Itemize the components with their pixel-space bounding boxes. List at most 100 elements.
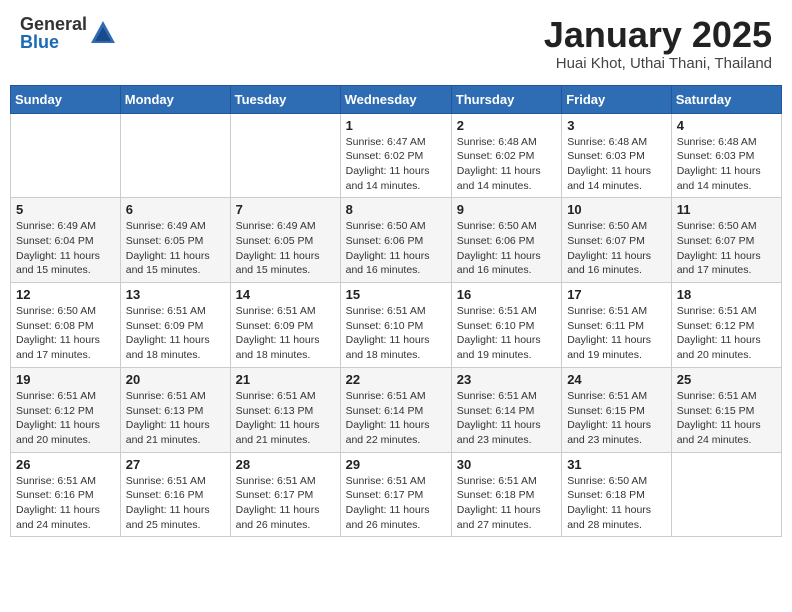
day-info: Sunrise: 6:49 AM Sunset: 6:04 PM Dayligh…: [16, 219, 115, 278]
calendar-cell: [11, 113, 121, 198]
day-number: 20: [126, 372, 225, 387]
calendar-cell: 12 Sunrise: 6:50 AM Sunset: 6:08 PM Dayli…: [11, 283, 121, 368]
weekday-header-monday: Monday: [120, 85, 230, 113]
day-info: Sunrise: 6:47 AM Sunset: 6:02 PM Dayligh…: [346, 135, 446, 194]
calendar-cell: 10 Sunrise: 6:50 AM Sunset: 6:07 PM Dayli…: [562, 198, 672, 283]
calendar-cell: 2 Sunrise: 6:48 AM Sunset: 6:02 PM Daylig…: [451, 113, 561, 198]
location-subtitle: Huai Khot, Uthai Thani, Thailand: [544, 55, 772, 72]
calendar-cell: 4Sunrise: 6:48 AM Sunset: 6:03 PM Daylig…: [671, 113, 781, 198]
day-number: 23: [457, 372, 556, 387]
calendar-cell: 27 Sunrise: 6:51 AM Sunset: 6:16 PM Dayli…: [120, 452, 230, 537]
day-info: Sunrise: 6:49 AM Sunset: 6:05 PM Dayligh…: [236, 219, 335, 278]
logo-blue: Blue: [20, 33, 87, 51]
day-info: Sunrise: 6:50 AM Sunset: 6:06 PM Dayligh…: [346, 219, 446, 278]
day-number: 2: [457, 118, 556, 133]
day-number: 14: [236, 287, 335, 302]
day-number: 12: [16, 287, 115, 302]
day-number: 7: [236, 202, 335, 217]
day-info: Sunrise: 6:51 AM Sunset: 6:13 PM Dayligh…: [236, 389, 335, 448]
page-header: General Blue January 2025 Huai Khot, Uth…: [10, 10, 782, 77]
day-info: Sunrise: 6:51 AM Sunset: 6:12 PM Dayligh…: [677, 304, 776, 363]
calendar-cell: [671, 452, 781, 537]
calendar-cell: 31 Sunrise: 6:50 AM Sunset: 6:18 PM Dayli…: [562, 452, 672, 537]
weekday-header-friday: Friday: [562, 85, 672, 113]
day-info: Sunrise: 6:51 AM Sunset: 6:10 PM Dayligh…: [346, 304, 446, 363]
calendar-week-1: 1Sunrise: 6:47 AM Sunset: 6:02 PM Daylig…: [11, 113, 782, 198]
day-number: 21: [236, 372, 335, 387]
title-block: January 2025 Huai Khot, Uthai Thani, Tha…: [544, 15, 772, 72]
day-info: Sunrise: 6:51 AM Sunset: 6:18 PM Dayligh…: [457, 474, 556, 533]
logo-icon: [89, 19, 117, 47]
day-info: Sunrise: 6:48 AM Sunset: 6:03 PM Dayligh…: [567, 135, 666, 194]
day-info: Sunrise: 6:50 AM Sunset: 6:07 PM Dayligh…: [567, 219, 666, 278]
calendar-cell: 14 Sunrise: 6:51 AM Sunset: 6:09 PM Dayli…: [230, 283, 340, 368]
calendar-cell: 16 Sunrise: 6:51 AM Sunset: 6:10 PM Dayli…: [451, 283, 561, 368]
calendar-cell: 5Sunrise: 6:49 AM Sunset: 6:04 PM Daylig…: [11, 198, 121, 283]
day-info: Sunrise: 6:51 AM Sunset: 6:15 PM Dayligh…: [567, 389, 666, 448]
weekday-header-thursday: Thursday: [451, 85, 561, 113]
weekday-header-tuesday: Tuesday: [230, 85, 340, 113]
calendar-cell: 6 Sunrise: 6:49 AM Sunset: 6:05 PM Daylig…: [120, 198, 230, 283]
calendar-cell: 24 Sunrise: 6:51 AM Sunset: 6:15 PM Dayli…: [562, 367, 672, 452]
calendar-cell: 28Sunrise: 6:51 AM Sunset: 6:17 PM Dayli…: [230, 452, 340, 537]
day-info: Sunrise: 6:48 AM Sunset: 6:02 PM Dayligh…: [457, 135, 556, 194]
calendar-cell: 13Sunrise: 6:51 AM Sunset: 6:09 PM Dayli…: [120, 283, 230, 368]
day-info: Sunrise: 6:51 AM Sunset: 6:09 PM Dayligh…: [126, 304, 225, 363]
day-info: Sunrise: 6:51 AM Sunset: 6:12 PM Dayligh…: [16, 389, 115, 448]
day-info: Sunrise: 6:50 AM Sunset: 6:07 PM Dayligh…: [677, 219, 776, 278]
calendar-week-4: 19 Sunrise: 6:51 AM Sunset: 6:12 PM Dayli…: [11, 367, 782, 452]
day-number: 9: [457, 202, 556, 217]
day-number: 10: [567, 202, 666, 217]
calendar-cell: 20 Sunrise: 6:51 AM Sunset: 6:13 PM Dayli…: [120, 367, 230, 452]
day-info: Sunrise: 6:51 AM Sunset: 6:09 PM Dayligh…: [236, 304, 335, 363]
calendar-cell: 18 Sunrise: 6:51 AM Sunset: 6:12 PM Dayli…: [671, 283, 781, 368]
calendar-cell: 21 Sunrise: 6:51 AM Sunset: 6:13 PM Dayli…: [230, 367, 340, 452]
day-number: 8: [346, 202, 446, 217]
day-info: Sunrise: 6:51 AM Sunset: 6:16 PM Dayligh…: [126, 474, 225, 533]
day-info: Sunrise: 6:51 AM Sunset: 6:16 PM Dayligh…: [16, 474, 115, 533]
day-number: 28: [236, 457, 335, 472]
day-info: Sunrise: 6:51 AM Sunset: 6:13 PM Dayligh…: [126, 389, 225, 448]
day-info: Sunrise: 6:51 AM Sunset: 6:17 PM Dayligh…: [346, 474, 446, 533]
day-number: 25: [677, 372, 776, 387]
calendar-cell: 25 Sunrise: 6:51 AM Sunset: 6:15 PM Dayli…: [671, 367, 781, 452]
day-number: 6: [126, 202, 225, 217]
calendar-cell: 11Sunrise: 6:50 AM Sunset: 6:07 PM Dayli…: [671, 198, 781, 283]
weekday-header-sunday: Sunday: [11, 85, 121, 113]
calendar-cell: 1Sunrise: 6:47 AM Sunset: 6:02 PM Daylig…: [340, 113, 451, 198]
calendar-cell: 9 Sunrise: 6:50 AM Sunset: 6:06 PM Daylig…: [451, 198, 561, 283]
weekday-header-saturday: Saturday: [671, 85, 781, 113]
day-info: Sunrise: 6:51 AM Sunset: 6:15 PM Dayligh…: [677, 389, 776, 448]
calendar-week-3: 12 Sunrise: 6:50 AM Sunset: 6:08 PM Dayli…: [11, 283, 782, 368]
month-title: January 2025: [544, 15, 772, 55]
calendar-cell: 29 Sunrise: 6:51 AM Sunset: 6:17 PM Dayli…: [340, 452, 451, 537]
day-number: 24: [567, 372, 666, 387]
day-number: 31: [567, 457, 666, 472]
day-info: Sunrise: 6:51 AM Sunset: 6:14 PM Dayligh…: [457, 389, 556, 448]
calendar-cell: 7 Sunrise: 6:49 AM Sunset: 6:05 PM Daylig…: [230, 198, 340, 283]
day-number: 30: [457, 457, 556, 472]
day-info: Sunrise: 6:50 AM Sunset: 6:18 PM Dayligh…: [567, 474, 666, 533]
day-info: Sunrise: 6:50 AM Sunset: 6:06 PM Dayligh…: [457, 219, 556, 278]
calendar-cell: 8 Sunrise: 6:50 AM Sunset: 6:06 PM Daylig…: [340, 198, 451, 283]
logo: General Blue: [20, 15, 117, 51]
day-info: Sunrise: 6:50 AM Sunset: 6:08 PM Dayligh…: [16, 304, 115, 363]
calendar-cell: 19 Sunrise: 6:51 AM Sunset: 6:12 PM Dayli…: [11, 367, 121, 452]
day-number: 22: [346, 372, 446, 387]
day-info: Sunrise: 6:51 AM Sunset: 6:10 PM Dayligh…: [457, 304, 556, 363]
day-number: 26: [16, 457, 115, 472]
day-number: 19: [16, 372, 115, 387]
day-number: 18: [677, 287, 776, 302]
calendar-week-5: 26 Sunrise: 6:51 AM Sunset: 6:16 PM Dayli…: [11, 452, 782, 537]
calendar-week-2: 5Sunrise: 6:49 AM Sunset: 6:04 PM Daylig…: [11, 198, 782, 283]
day-number: 16: [457, 287, 556, 302]
day-number: 29: [346, 457, 446, 472]
day-number: 27: [126, 457, 225, 472]
day-info: Sunrise: 6:49 AM Sunset: 6:05 PM Dayligh…: [126, 219, 225, 278]
calendar-cell: 15 Sunrise: 6:51 AM Sunset: 6:10 PM Dayli…: [340, 283, 451, 368]
calendar-cell: 22 Sunrise: 6:51 AM Sunset: 6:14 PM Dayli…: [340, 367, 451, 452]
calendar-table: SundayMondayTuesdayWednesdayThursdayFrid…: [10, 85, 782, 538]
day-number: 15: [346, 287, 446, 302]
day-info: Sunrise: 6:51 AM Sunset: 6:14 PM Dayligh…: [346, 389, 446, 448]
day-number: 4: [677, 118, 776, 133]
